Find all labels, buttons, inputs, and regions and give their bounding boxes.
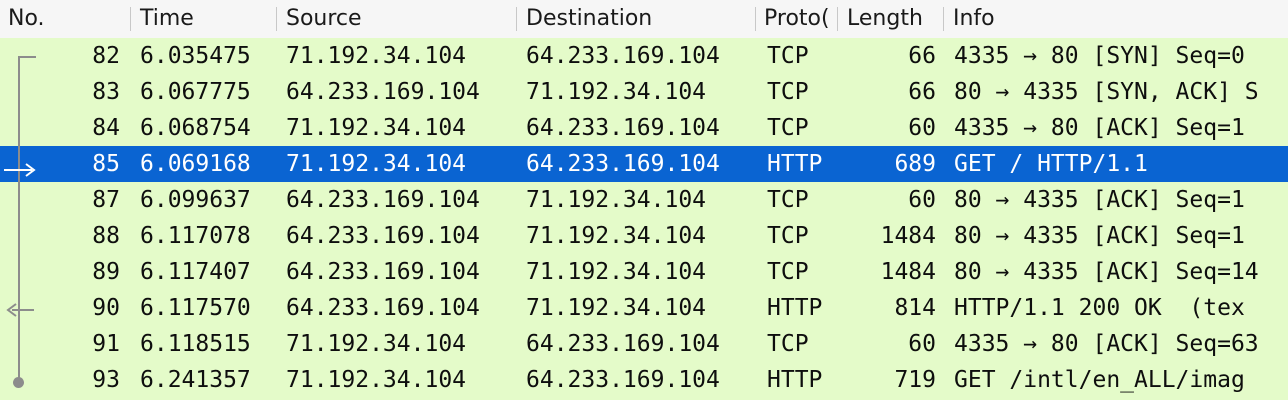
cell-protocol: HTTP [767, 367, 823, 393]
cell-destination: 71.192.34.104 [526, 259, 707, 285]
packet-row[interactable]: 82 6.035475 71.192.34.104 64.233.169.104… [0, 38, 1288, 74]
cell-info: 80 → 4335 [SYN, ACK] S [954, 79, 1259, 105]
cell-no: 91 [92, 331, 120, 357]
cell-protocol: TCP [767, 115, 809, 141]
cell-no: 84 [92, 115, 120, 141]
cell-source: 71.192.34.104 [286, 151, 467, 177]
packet-row[interactable]: 85 6.069168 71.192.34.104 64.233.169.104… [0, 146, 1288, 182]
cell-destination: 64.233.169.104 [526, 115, 720, 141]
packet-row[interactable]: 90 6.117570 64.233.169.104 71.192.34.104… [0, 290, 1288, 326]
cell-no: 93 [92, 367, 120, 393]
cell-source: 71.192.34.104 [286, 331, 467, 357]
packet-row[interactable]: 84 6.068754 71.192.34.104 64.233.169.104… [0, 110, 1288, 146]
cell-protocol: TCP [767, 43, 809, 69]
cell-time: 6.241357 [140, 367, 251, 393]
cell-destination: 71.192.34.104 [526, 79, 707, 105]
cell-protocol: TCP [767, 331, 809, 357]
cell-time: 6.117570 [140, 295, 251, 321]
packet-row[interactable]: 93 6.241357 71.192.34.104 64.233.169.104… [0, 362, 1288, 398]
cell-time: 6.117407 [140, 259, 251, 285]
cell-no: 89 [92, 259, 120, 285]
cell-info: 80 → 4335 [ACK] Seq=14 [954, 259, 1259, 285]
column-header-no[interactable]: No. [0, 0, 130, 38]
cell-length: 814 [894, 295, 936, 321]
packet-row[interactable]: 83 6.067775 64.233.169.104 71.192.34.104… [0, 74, 1288, 110]
cell-no: 82 [92, 43, 120, 69]
cell-protocol: TCP [767, 259, 809, 285]
packet-row[interactable]: 87 6.099637 64.233.169.104 71.192.34.104… [0, 182, 1288, 218]
cell-protocol: TCP [767, 79, 809, 105]
cell-source: 71.192.34.104 [286, 367, 467, 393]
cell-info: HTTP/1.1 200 OK (tex [954, 295, 1245, 321]
cell-info: 80 → 4335 [ACK] Seq=1 [954, 187, 1245, 213]
cell-info: GET /intl/en_ALL/imag [954, 367, 1245, 393]
cell-length: 60 [908, 331, 936, 357]
conversation-end-dot [13, 377, 24, 388]
cell-time: 6.099637 [140, 187, 251, 213]
cell-info: GET / HTTP/1.1 [954, 151, 1148, 177]
cell-no: 90 [92, 295, 120, 321]
cell-no: 87 [92, 187, 120, 213]
cell-time: 6.069168 [140, 151, 251, 177]
request-arrow-icon [4, 163, 36, 177]
packet-list-header: No. Time Source Destination Proto( Lengt… [0, 0, 1288, 39]
cell-no: 85 [92, 151, 120, 177]
cell-info: 4335 → 80 [SYN] Seq=0 [954, 43, 1245, 69]
cell-destination: 64.233.169.104 [526, 43, 720, 69]
packet-row[interactable]: 89 6.117407 64.233.169.104 71.192.34.104… [0, 254, 1288, 290]
cell-time: 6.118515 [140, 331, 251, 357]
cell-time: 6.068754 [140, 115, 251, 141]
cell-destination: 64.233.169.104 [526, 367, 720, 393]
column-header-length[interactable]: Length [837, 0, 944, 38]
cell-protocol: TCP [767, 187, 809, 213]
cell-no: 83 [92, 79, 120, 105]
column-header-source[interactable]: Source [276, 0, 516, 38]
cell-length: 689 [894, 151, 936, 177]
column-header-protocol[interactable]: Proto( [755, 0, 837, 38]
cell-protocol: HTTP [767, 151, 823, 177]
cell-length: 719 [894, 367, 936, 393]
cell-length: 1484 [880, 259, 936, 285]
cell-no: 88 [92, 223, 120, 249]
cell-length: 66 [908, 43, 936, 69]
column-header-info[interactable]: Info [943, 0, 1288, 38]
cell-source: 64.233.169.104 [286, 259, 480, 285]
cell-info: 4335 → 80 [ACK] Seq=1 [954, 115, 1245, 141]
packet-row[interactable]: 88 6.117078 64.233.169.104 71.192.34.104… [0, 218, 1288, 254]
cell-time: 6.067775 [140, 79, 251, 105]
cell-protocol: HTTP [767, 295, 823, 321]
cell-length: 1484 [880, 223, 936, 249]
conversation-tree-line [18, 57, 20, 381]
cell-source: 71.192.34.104 [286, 43, 467, 69]
packet-row[interactable]: 91 6.118515 71.192.34.104 64.233.169.104… [0, 326, 1288, 362]
response-arrow-icon [6, 303, 34, 317]
cell-destination: 64.233.169.104 [526, 151, 720, 177]
conversation-start-tick [18, 56, 36, 58]
column-header-time[interactable]: Time [130, 0, 276, 38]
column-header-destination[interactable]: Destination [516, 0, 755, 38]
cell-source: 64.233.169.104 [286, 187, 480, 213]
packet-list: No. Time Source Destination Proto( Lengt… [0, 0, 1288, 400]
cell-destination: 71.192.34.104 [526, 295, 707, 321]
cell-info: 4335 → 80 [ACK] Seq=63 [954, 331, 1259, 357]
cell-destination: 64.233.169.104 [526, 331, 720, 357]
cell-length: 60 [908, 115, 936, 141]
cell-time: 6.117078 [140, 223, 251, 249]
cell-time: 6.035475 [140, 43, 251, 69]
cell-source: 71.192.34.104 [286, 115, 467, 141]
cell-source: 64.233.169.104 [286, 295, 480, 321]
packet-rows: 82 6.035475 71.192.34.104 64.233.169.104… [0, 38, 1288, 398]
cell-destination: 71.192.34.104 [526, 187, 707, 213]
cell-source: 64.233.169.104 [286, 223, 480, 249]
cell-info: 80 → 4335 [ACK] Seq=1 [954, 223, 1245, 249]
cell-source: 64.233.169.104 [286, 79, 480, 105]
cell-length: 66 [908, 79, 936, 105]
cell-destination: 71.192.34.104 [526, 223, 707, 249]
cell-protocol: TCP [767, 223, 809, 249]
cell-length: 60 [908, 187, 936, 213]
